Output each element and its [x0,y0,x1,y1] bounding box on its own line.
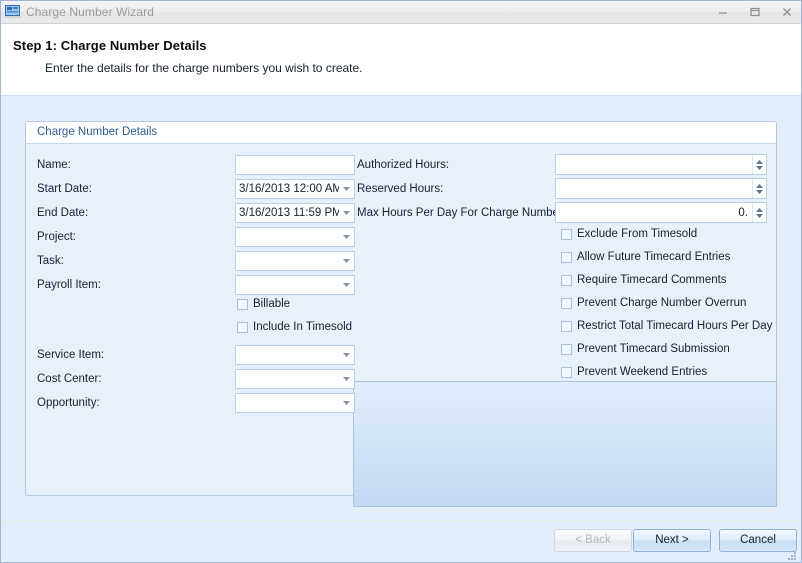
chevron-down-icon[interactable] [339,377,354,381]
checkbox-exclude-from-timesold-label: Exclude From Timesold [577,228,698,240]
authorized-hours-input[interactable] [555,154,767,175]
project-combo[interactable] [235,227,355,247]
checkbox-icon[interactable] [561,366,572,378]
wizard-header: Step 1: Charge Number Details Enter the … [1,24,801,96]
window-title: Charge Number Wizard [26,5,155,19]
checkbox-include-in-timesold[interactable]: Include In Timesold [237,321,352,333]
cancel-button[interactable]: Cancel [719,529,797,552]
checkbox-prevent-charge-number-overrun[interactable]: Prevent Charge Number Overrun [561,297,746,309]
reserved-hours-label: Reserved Hours: [357,183,444,195]
checkbox-icon[interactable] [237,298,248,310]
task-label: Task: [37,255,64,267]
checkbox-restrict-total-timecard-hours-per-day-label: Restrict Total Timecard Hours Per Day [577,320,773,332]
checkbox-icon[interactable] [561,251,572,263]
window-app-icon [5,5,21,18]
resize-grip[interactable] [786,550,798,562]
page-title: Step 1: Charge Number Details [13,38,207,53]
groupbox-content: Name: Start Date: End Date: Project: Tas… [26,144,777,507]
checkbox-prevent-charge-number-overrun-label: Prevent Charge Number Overrun [577,297,747,309]
chevron-down-icon[interactable] [339,283,354,287]
cost-center-combo[interactable] [235,369,355,389]
project-label: Project: [37,231,76,243]
max-hours-per-day-input[interactable]: 0. [555,202,767,223]
end-date-combo[interactable]: 3/16/2013 11:59 PM [235,203,355,223]
window-controls [713,1,797,23]
max-hours-per-day-label: Max Hours Per Day For Charge Number: [357,207,566,219]
end-date-value: 3/16/2013 11:59 PM [239,207,339,219]
start-date-value: 3/16/2013 12:00 AM [239,183,339,195]
checkbox-exclude-from-timesold[interactable]: Exclude From Timesold [561,228,697,240]
title-bar: Charge Number Wizard [1,1,801,24]
service-item-label: Service Item: [37,349,105,361]
checkbox-prevent-timecard-submission-label: Prevent Timecard Submission [577,343,730,355]
checkbox-billable-label: Billable [253,298,291,310]
checkbox-icon[interactable] [237,321,248,333]
groupbox-title: Charge Number Details [26,122,776,144]
reserved-hours-input[interactable] [555,178,767,199]
service-item-combo[interactable] [235,345,355,365]
checkbox-allow-future-timecard-entries-label: Allow Future Timecard Entries [577,251,731,263]
opportunity-combo[interactable] [235,393,355,413]
checkbox-icon[interactable] [561,297,572,309]
wizard-footer: < Back Next > Cancel [1,520,801,562]
chevron-down-icon[interactable] [339,211,354,215]
back-button[interactable]: < Back [554,529,632,552]
wizard-body: Charge Number Details Name: Start Date: … [1,96,801,520]
task-combo[interactable] [235,251,355,271]
checkbox-billable[interactable]: Billable [237,298,290,310]
spinner-icon[interactable] [752,203,766,222]
spinner-icon[interactable] [752,179,766,198]
options-panel [353,381,777,507]
payroll-item-combo[interactable] [235,275,355,295]
maximize-icon[interactable] [745,4,765,20]
start-date-combo[interactable]: 3/16/2013 12:00 AM [235,179,355,199]
name-label: Name: [37,159,71,171]
checkbox-icon[interactable] [561,274,572,286]
payroll-item-label: Payroll Item: [37,279,101,291]
chevron-down-icon[interactable] [339,353,354,357]
opportunity-label: Opportunity: [37,397,100,409]
name-input[interactable] [235,155,355,175]
chevron-down-icon[interactable] [339,235,354,239]
authorized-hours-label: Authorized Hours: [357,159,450,171]
max-hours-per-day-value: 0. [738,206,748,219]
charge-number-details-groupbox: Charge Number Details Name: Start Date: … [25,121,777,507]
checkbox-icon[interactable] [561,228,572,240]
checkbox-require-timecard-comments-label: Require Timecard Comments [577,274,727,286]
checkbox-require-timecard-comments[interactable]: Require Timecard Comments [561,274,727,286]
end-date-label: End Date: [37,207,89,219]
checkbox-restrict-total-timecard-hours-per-day[interactable]: Restrict Total Timecard Hours Per Day [561,320,772,332]
checkbox-allow-future-timecard-entries[interactable]: Allow Future Timecard Entries [561,251,730,263]
next-button[interactable]: Next > [633,529,711,552]
cost-center-label: Cost Center: [37,373,102,385]
checkbox-icon[interactable] [561,343,572,355]
chevron-down-icon[interactable] [339,401,354,405]
page-subtitle: Enter the details for the charge numbers… [45,61,363,75]
checkbox-prevent-weekend-entries[interactable]: Prevent Weekend Entries [561,366,707,378]
checkbox-prevent-weekend-entries-label: Prevent Weekend Entries [577,366,708,378]
checkbox-include-in-timesold-label: Include In Timesold [253,321,353,333]
checkbox-icon[interactable] [561,320,572,332]
checkbox-prevent-timecard-submission[interactable]: Prevent Timecard Submission [561,343,730,355]
chevron-down-icon[interactable] [339,259,354,263]
close-icon[interactable] [777,4,797,20]
spinner-icon[interactable] [752,155,766,174]
chevron-down-icon[interactable] [339,187,354,191]
charge-number-wizard-window: Charge Number Wizard Step 1: Charge Numb… [0,0,802,563]
start-date-label: Start Date: [37,183,92,195]
minimize-icon[interactable] [713,4,733,20]
